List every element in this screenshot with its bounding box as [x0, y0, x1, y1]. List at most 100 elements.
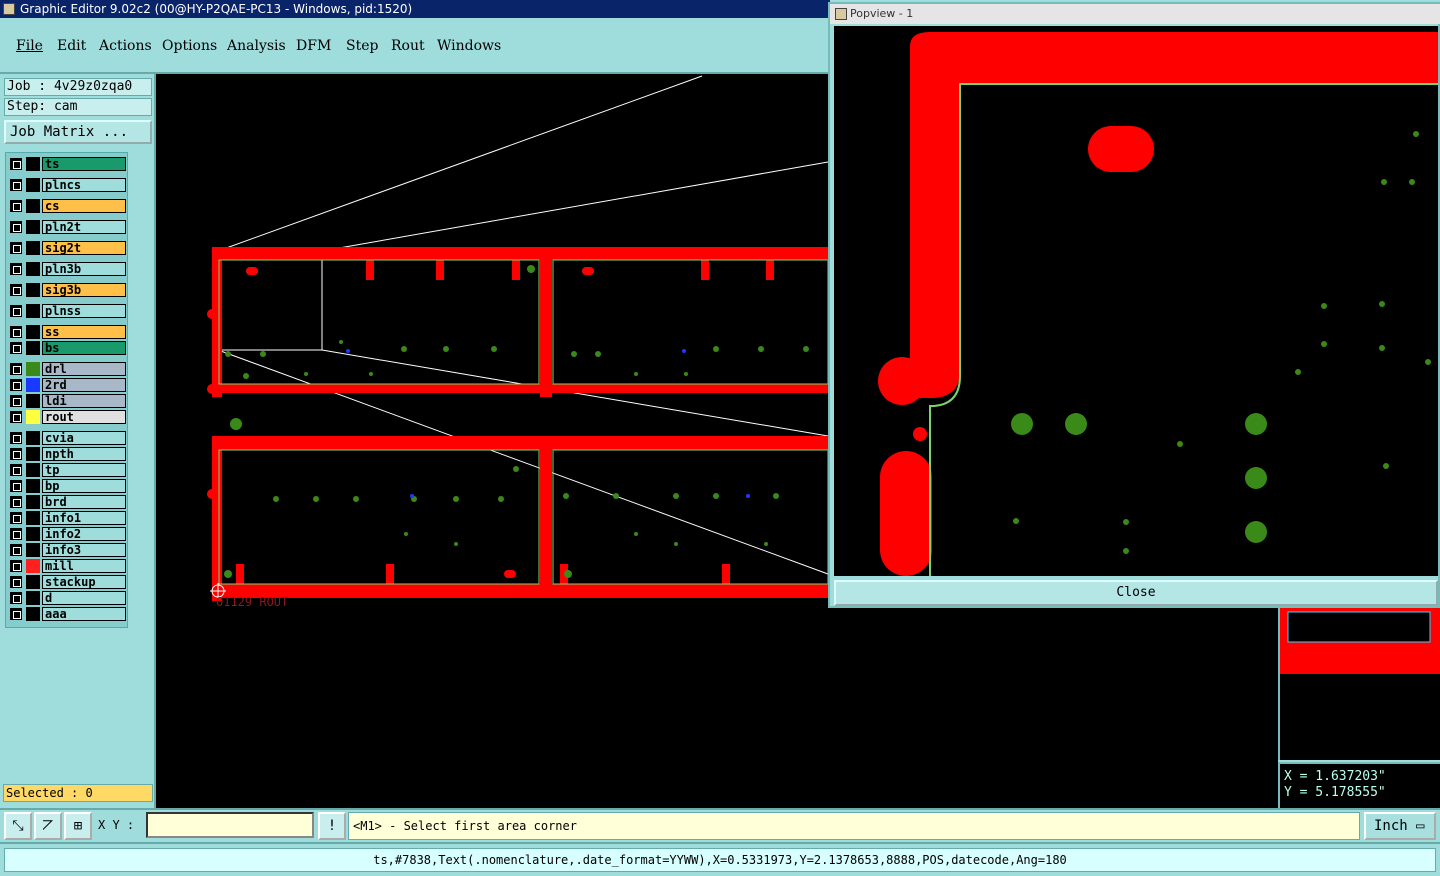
layer-row[interactable]: info3 — [8, 543, 126, 557]
layer-row[interactable]: sig3b — [8, 283, 126, 297]
layer-checkbox[interactable] — [10, 432, 22, 444]
layer-name[interactable]: npth — [42, 447, 126, 461]
close-button[interactable]: Close — [834, 580, 1438, 606]
layer-row[interactable]: plnss — [8, 304, 126, 318]
layer-checkbox[interactable] — [10, 158, 22, 170]
layer-row[interactable]: tp — [8, 463, 126, 477]
unit-selector[interactable]: Inch ▭ — [1364, 812, 1436, 840]
layer-checkbox[interactable] — [10, 242, 22, 254]
exclamation-button[interactable]: ! — [318, 812, 346, 840]
layer-checkbox[interactable] — [10, 284, 22, 296]
measure-button[interactable]: ⦢ — [34, 812, 62, 840]
layer-name[interactable]: rout — [42, 410, 126, 424]
layer-color-swatch[interactable] — [26, 559, 40, 573]
layer-color-swatch[interactable] — [26, 591, 40, 605]
layer-name[interactable]: aaa — [42, 607, 126, 621]
layer-row[interactable]: info2 — [8, 527, 126, 541]
layer-checkbox[interactable] — [10, 395, 22, 407]
layer-name[interactable]: tp — [42, 463, 126, 477]
layer-color-swatch[interactable] — [26, 410, 40, 424]
layer-checkbox[interactable] — [10, 576, 22, 588]
layer-checkbox[interactable] — [10, 379, 22, 391]
layer-color-swatch[interactable] — [26, 479, 40, 493]
layer-row[interactable]: brd — [8, 495, 126, 509]
layer-name[interactable]: info1 — [42, 511, 126, 525]
layer-checkbox[interactable] — [10, 200, 22, 212]
layer-row[interactable]: plncs — [8, 178, 126, 192]
layer-color-swatch[interactable] — [26, 394, 40, 408]
layer-checkbox[interactable] — [10, 305, 22, 317]
zoom-arrow-button[interactable]: ⤡ — [4, 812, 32, 840]
layer-row[interactable]: rout — [8, 410, 126, 424]
menu-windows[interactable]: Windows — [437, 38, 501, 54]
layer-name[interactable]: ss — [42, 325, 126, 339]
layer-row[interactable]: pln2t — [8, 220, 126, 234]
layer-color-swatch[interactable] — [26, 178, 40, 192]
layer-row[interactable]: sig2t — [8, 241, 126, 255]
layer-row[interactable]: ss — [8, 325, 126, 339]
layer-row[interactable]: 2rd — [8, 378, 126, 392]
menu-options[interactable]: Options — [162, 38, 217, 54]
menu-actions[interactable]: Actions — [99, 38, 152, 54]
layer-row[interactable]: d — [8, 591, 126, 605]
layer-row[interactable]: mill — [8, 559, 126, 573]
layer-name[interactable]: ldi — [42, 394, 126, 408]
layer-row[interactable]: info1 — [8, 511, 126, 525]
layer-checkbox[interactable] — [10, 363, 22, 375]
layer-row[interactable]: stackup — [8, 575, 126, 589]
layer-checkbox[interactable] — [10, 512, 22, 524]
layer-checkbox[interactable] — [10, 411, 22, 423]
overview-map[interactable] — [1278, 608, 1440, 760]
layer-name[interactable]: pln2t — [42, 220, 126, 234]
menu-edit[interactable]: Edit — [57, 38, 86, 54]
layer-name[interactable]: info2 — [42, 527, 126, 541]
layer-checkbox[interactable] — [10, 544, 22, 556]
layer-color-swatch[interactable] — [26, 304, 40, 318]
layer-name[interactable]: plncs — [42, 178, 126, 192]
layer-row[interactable]: cs — [8, 199, 126, 213]
layer-row[interactable]: npth — [8, 447, 126, 461]
layer-name[interactable]: d — [42, 591, 126, 605]
layer-checkbox[interactable] — [10, 342, 22, 354]
layer-checkbox[interactable] — [10, 560, 22, 572]
menu-rout[interactable]: Rout — [391, 38, 425, 54]
layer-row[interactable]: drl — [8, 362, 126, 376]
grid-button[interactable]: ⊞ — [64, 812, 92, 840]
layer-name[interactable]: cs — [42, 199, 126, 213]
layer-name[interactable]: ts — [42, 157, 126, 171]
layer-name[interactable]: drl — [42, 362, 126, 376]
layer-color-swatch[interactable] — [26, 447, 40, 461]
layer-row[interactable]: bp — [8, 479, 126, 493]
menu-step[interactable]: Step — [346, 38, 378, 54]
layer-row[interactable]: bs — [8, 341, 126, 355]
menu-dfm[interactable]: DFM — [296, 38, 331, 54]
layer-name[interactable]: pln3b — [42, 262, 126, 276]
layer-color-swatch[interactable] — [26, 325, 40, 339]
layer-color-swatch[interactable] — [26, 157, 40, 171]
job-matrix-button[interactable]: Job Matrix ... — [4, 120, 152, 144]
layer-row[interactable]: ts — [8, 157, 126, 171]
xy-input[interactable] — [146, 812, 314, 838]
layer-color-swatch[interactable] — [26, 495, 40, 509]
layer-row[interactable]: pln3b — [8, 262, 126, 276]
layer-color-swatch[interactable] — [26, 262, 40, 276]
layer-color-swatch[interactable] — [26, 283, 40, 297]
layer-name[interactable]: sig3b — [42, 283, 126, 297]
layer-color-swatch[interactable] — [26, 463, 40, 477]
layer-checkbox[interactable] — [10, 179, 22, 191]
layer-name[interactable]: sig2t — [42, 241, 126, 255]
layer-color-swatch[interactable] — [26, 378, 40, 392]
layer-color-swatch[interactable] — [26, 511, 40, 525]
layer-name[interactable]: stackup — [42, 575, 126, 589]
layer-row[interactable]: cvia — [8, 431, 126, 445]
layer-name[interactable]: plnss — [42, 304, 126, 318]
layer-checkbox[interactable] — [10, 464, 22, 476]
layer-color-swatch[interactable] — [26, 220, 40, 234]
layer-checkbox[interactable] — [10, 592, 22, 604]
layer-name[interactable]: bs — [42, 341, 126, 355]
layer-checkbox[interactable] — [10, 221, 22, 233]
layer-name[interactable]: info3 — [42, 543, 126, 557]
layer-checkbox[interactable] — [10, 448, 22, 460]
layer-checkbox[interactable] — [10, 263, 22, 275]
layer-name[interactable]: mill — [42, 559, 126, 573]
